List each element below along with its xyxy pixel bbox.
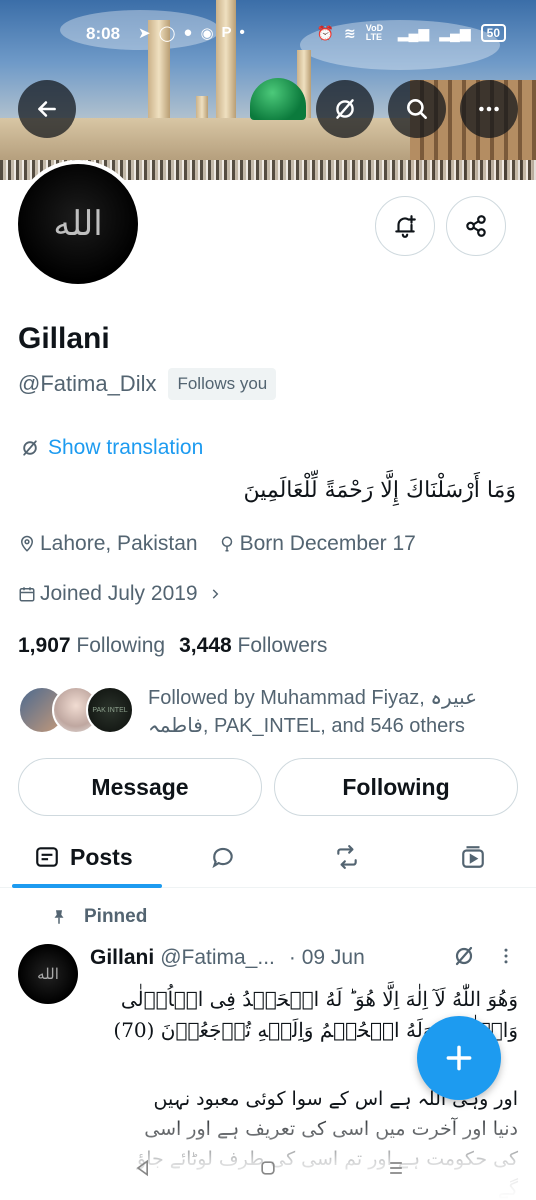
replies-icon — [212, 847, 233, 869]
following-button[interactable]: Following — [274, 758, 518, 816]
followers-stat[interactable]: 3,448 Followers — [179, 634, 327, 658]
compose-button[interactable] — [417, 1016, 501, 1100]
dot-icon: • — [239, 24, 245, 41]
posts-icon — [36, 847, 58, 867]
whatsapp-icon: ◉ — [200, 25, 214, 42]
profile-name: Gillani — [18, 322, 110, 355]
more-icon — [479, 106, 499, 112]
post-author-name[interactable]: Gillani — [90, 946, 154, 970]
grok-icon — [336, 99, 354, 119]
pinned-label: Pinned — [84, 906, 148, 927]
nav-home-icon[interactable] — [258, 1158, 278, 1178]
signal-icon: ▂▄▆ — [397, 24, 430, 41]
mutual-avatar-3: PAK INTEL — [86, 686, 134, 734]
search-button[interactable] — [388, 80, 446, 138]
grok-button[interactable] — [316, 80, 374, 138]
back-button[interactable] — [18, 80, 76, 138]
more-button[interactable] — [460, 80, 518, 138]
message-button[interactable]: Message — [18, 758, 262, 816]
network-label: VoD LTE — [365, 23, 384, 42]
post-actions — [452, 944, 516, 968]
bell-plus-icon — [395, 215, 416, 238]
active-tab-indicator — [12, 884, 162, 888]
post-author-handle[interactable]: @Fatima_... — [160, 946, 275, 970]
share-button[interactable] — [446, 196, 506, 256]
profile-bio: وَمَا أَرْسَلْنَاكَ إِلَّا رَحْمَةً لِّل… — [243, 478, 516, 503]
pin-icon — [54, 910, 64, 924]
plus-icon — [446, 1045, 472, 1071]
grok-icon[interactable] — [452, 944, 476, 968]
follow-stats: 1,907 Following 3,448 Followers — [18, 634, 327, 658]
post-date[interactable]: · 09 Jun — [289, 946, 365, 970]
grok-icon — [23, 440, 37, 456]
meta-row-1: Lahore, Pakistan Born December 17 — [18, 532, 416, 556]
messenger-icon: ● — [183, 24, 193, 41]
show-translation-label: Show translation — [48, 436, 204, 459]
profile-handle: @Fatima_Dilx — [18, 371, 157, 396]
nav-back-icon[interactable] — [133, 1158, 153, 1178]
notify-button[interactable] — [375, 196, 435, 256]
follows-you-badge: Follows you — [168, 368, 277, 400]
battery-icon: 50 — [480, 24, 506, 42]
tab-posts[interactable]: Posts — [34, 826, 133, 888]
pinned-label-row: Pinned — [50, 906, 147, 928]
system-icons: ⏰ ≋ VoD LTE ▂▄▆ ▂▄▆ 50 — [317, 24, 506, 42]
location-icon — [20, 535, 34, 552]
following-stat[interactable]: 1,907 Following — [18, 634, 165, 658]
media-icon — [462, 846, 484, 868]
location-text: Lahore, Pakistan — [40, 532, 198, 555]
status-bar: 8:08 ➤ ◯ ● ◉ P • ⏰ ≋ VoD LTE ▂▄▆ ▂▄▆ 50 — [0, 18, 536, 50]
notification-icons: ➤ ◯ ● ◉ P • — [138, 24, 245, 42]
calendar-icon — [19, 587, 35, 602]
show-translation-link[interactable]: Show translation — [20, 436, 203, 460]
birthday-text: Born December 17 — [239, 532, 416, 555]
tab-replies[interactable] — [210, 826, 236, 888]
post-header: Gillani @Fatima_... · 09 Jun — [90, 946, 365, 970]
signal-icon-2: ▂▄▆ — [439, 24, 471, 41]
chevron-right-icon — [212, 589, 218, 599]
nav-recents-icon[interactable] — [386, 1158, 406, 1178]
alarm-icon: ⏰ — [316, 24, 334, 41]
back-arrow-icon — [38, 101, 56, 117]
wifi-icon: ≋ — [344, 24, 356, 41]
system-nav-bar — [0, 1152, 536, 1182]
handle-row: @Fatima_Dilx Follows you — [18, 368, 277, 400]
joined-row[interactable]: Joined July 2019 — [18, 582, 222, 606]
followed-by-text: Followed by Muhammad Fiyaz, عبیرہ فاطمہ,… — [148, 687, 478, 737]
telegram-icon: ➤ — [138, 25, 151, 42]
tab-posts-label: Posts — [70, 843, 133, 870]
status-time: 8:08 — [86, 24, 121, 43]
tab-reposts[interactable] — [334, 826, 360, 888]
more-vertical-icon[interactable] — [496, 944, 516, 968]
mutual-avatars: PAK INTEL — [18, 686, 138, 736]
p-icon: P — [221, 24, 232, 41]
chat-icon: ◯ — [158, 25, 176, 42]
joined-text: Joined July 2019 — [40, 582, 198, 605]
share-icon — [466, 215, 486, 237]
avatar-calligraphy: الله — [18, 164, 138, 284]
birthday-icon — [221, 536, 232, 552]
tab-media[interactable] — [460, 826, 486, 888]
search-icon — [407, 99, 427, 119]
reposts-icon — [337, 845, 357, 869]
post-author-avatar[interactable]: الله — [18, 944, 78, 1004]
profile-avatar[interactable]: الله — [14, 160, 142, 288]
profile-tabs: Posts — [0, 826, 536, 888]
